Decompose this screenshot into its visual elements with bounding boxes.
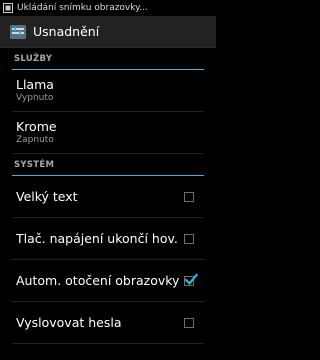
settings-list: SLUŽBY Llama Vypnuto Krome Zapnuto SYSTÉ… xyxy=(0,48,216,344)
auto-rotate-checkbox[interactable] xyxy=(184,272,198,286)
section-header-system: SYSTÉM xyxy=(12,154,204,176)
service-item-title: Llama xyxy=(16,77,54,92)
settings-app-icon[interactable] xyxy=(9,23,27,41)
page-title: Usnadnění xyxy=(33,24,100,39)
status-notification-text: Ukládání snímku obrazovky... xyxy=(17,3,148,13)
setting-label: Velký text xyxy=(16,189,78,204)
action-bar: Usnadnění xyxy=(0,16,216,48)
screenshot-icon xyxy=(3,3,13,13)
service-item-title: Krome xyxy=(16,119,57,134)
speak-passwords-checkbox[interactable] xyxy=(184,317,194,328)
setting-label: Vyslovovat hesla xyxy=(16,315,122,330)
status-bar: Ukládání snímku obrazovky... xyxy=(0,0,216,16)
setting-power-button-ends-call[interactable]: Tlač. napájení ukončí hov. xyxy=(12,218,204,260)
setting-auto-rotate[interactable]: Autom. otočení obrazovky xyxy=(12,260,204,302)
setting-speak-passwords[interactable]: Vyslovovat hesla xyxy=(12,302,204,344)
service-item-krome[interactable]: Krome Zapnuto xyxy=(12,112,204,154)
service-item-status: Vypnuto xyxy=(16,93,54,103)
power-button-ends-call-checkbox[interactable] xyxy=(184,233,194,244)
setting-label: Tlač. napájení ukončí hov. xyxy=(16,231,178,246)
setting-large-text[interactable]: Velký text xyxy=(12,176,204,218)
service-item-llama[interactable]: Llama Vypnuto xyxy=(12,70,204,112)
setting-label: Autom. otočení obrazovky xyxy=(16,273,180,288)
checkmark-icon xyxy=(184,272,198,285)
large-text-checkbox[interactable] xyxy=(184,191,194,202)
section-header-services: SLUŽBY xyxy=(12,48,204,70)
service-item-status: Zapnuto xyxy=(16,135,54,145)
